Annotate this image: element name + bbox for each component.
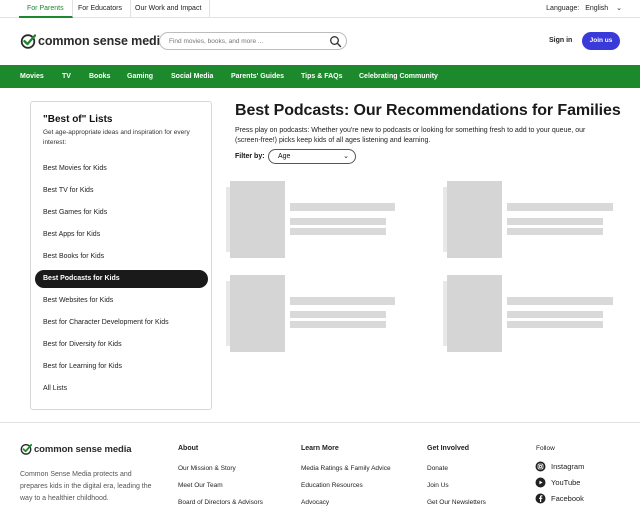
social-label: Instagram <box>551 462 585 471</box>
skeleton-line <box>290 297 395 305</box>
search-icon[interactable] <box>329 35 342 48</box>
footer-logo-text: common sense media <box>34 443 132 455</box>
language-label: Language: <box>546 5 580 12</box>
instagram-icon <box>535 461 546 472</box>
footer-logo[interactable]: common sense media <box>20 443 132 455</box>
skeleton-thumbnail <box>226 181 285 258</box>
social-link-instagram[interactable]: Instagram <box>535 461 584 472</box>
site-header: common sense media Sign in Join us <box>0 18 640 65</box>
footer-link[interactable]: Get Our Newsletters <box>427 499 486 506</box>
footer-link[interactable]: Meet Our Team <box>178 482 223 489</box>
sidebar-item-apps[interactable]: Best Apps for Kids <box>35 226 208 244</box>
footer-heading-get-involved: Get Involved <box>427 445 470 452</box>
social-label: Facebook <box>551 494 584 503</box>
language-selector[interactable]: Language: English ⌄ <box>546 0 622 18</box>
skeleton-line <box>290 321 386 328</box>
skeleton-line <box>507 311 603 318</box>
social-label: YouTube <box>551 478 581 487</box>
utility-bar: For Parents For Educators Our Work and I… <box>0 0 640 18</box>
search-input[interactable] <box>169 35 329 48</box>
skeleton-line <box>290 228 386 235</box>
chevron-down-icon: ⌄ <box>616 5 622 12</box>
checkmark-logo-icon <box>20 443 32 455</box>
best-of-lists-sidebar: "Best of" Lists Get age-appropriate idea… <box>30 101 212 410</box>
sidebar-item-games[interactable]: Best Games for Kids <box>35 204 208 222</box>
skeleton-line <box>507 203 613 211</box>
nav-books[interactable]: Books <box>89 65 110 88</box>
sidebar-item-books[interactable]: Best Books for Kids <box>35 248 208 266</box>
footer-follow-label: Follow <box>536 445 555 452</box>
footer-link[interactable]: Advocacy <box>301 499 329 506</box>
footer-link[interactable]: Board of Directors & Advisors <box>178 499 263 506</box>
sidebar-description: Get age-appropriate ideas and inspiratio… <box>43 129 190 146</box>
sidebar-item-movies[interactable]: Best Movies for Kids <box>35 160 208 178</box>
skeleton-line <box>290 218 386 225</box>
skeleton-thumbnail <box>443 181 502 258</box>
tab-for-parents[interactable]: For Parents <box>19 0 73 18</box>
site-logo[interactable]: common sense media <box>20 32 167 50</box>
sidebar-item-character-development[interactable]: Best for Character Development for Kids <box>35 314 208 332</box>
youtube-icon <box>535 477 546 488</box>
skeleton-line <box>290 203 395 211</box>
language-value: English <box>585 5 609 12</box>
chevron-down-icon: ⌄ <box>343 153 349 160</box>
tab-for-educators[interactable]: For Educators <box>70 0 131 18</box>
tab-our-work-and-impact[interactable]: Our Work and Impact <box>127 0 211 18</box>
footer-link[interactable]: Our Mission & Story <box>178 465 236 472</box>
footer-heading-learn-more: Learn More <box>301 445 339 452</box>
page-intro: Press play on podcasts: Whether you're n… <box>235 127 586 144</box>
skeleton-line <box>507 297 613 305</box>
checkmark-logo-icon <box>20 34 36 49</box>
skeleton-line <box>290 311 386 318</box>
sidebar-item-tv[interactable]: Best TV for Kids <box>35 182 208 200</box>
age-filter-select[interactable]: Age ⌄ <box>268 149 356 164</box>
filter-value: Age <box>278 153 291 160</box>
footer-link[interactable]: Education Resources <box>301 482 363 489</box>
nav-gaming[interactable]: Gaming <box>127 65 153 88</box>
search-box[interactable] <box>159 32 347 50</box>
site-footer: common sense media Common Sense Media pr… <box>0 422 640 512</box>
nav-tips-faqs[interactable]: Tips & FAQs <box>301 65 343 88</box>
nav-social-media[interactable]: Social Media <box>171 65 213 88</box>
social-link-facebook[interactable]: Facebook <box>535 493 584 504</box>
nav-celebrating-community[interactable]: Celebrating Community <box>359 65 438 88</box>
sidebar-item-all-lists[interactable]: All Lists <box>35 380 208 398</box>
footer-description: Common Sense Media protects and prepares… <box>20 471 152 502</box>
sidebar-title: "Best of" Lists <box>43 114 113 125</box>
footer-link[interactable]: Join Us <box>427 482 449 489</box>
footer-link[interactable]: Donate <box>427 465 448 472</box>
page-title: Best Podcasts: Our Recommendations for F… <box>235 102 621 119</box>
skeleton-thumbnail <box>226 275 285 352</box>
facebook-icon <box>535 493 546 504</box>
footer-heading-about: About <box>178 445 199 452</box>
footer-link[interactable]: Media Ratings & Family Advice <box>301 465 391 472</box>
sidebar-item-websites[interactable]: Best Websites for Kids <box>35 292 208 310</box>
sidebar-item-diversity[interactable]: Best for Diversity for Kids <box>35 336 208 354</box>
filter-label: Filter by: <box>235 153 265 160</box>
skeleton-line <box>507 218 603 225</box>
nav-tv[interactable]: TV <box>62 65 71 88</box>
skeleton-line <box>507 321 603 328</box>
sign-in-link[interactable]: Sign in <box>549 37 572 44</box>
skeleton-thumbnail <box>443 275 502 352</box>
skeleton-line <box>507 228 603 235</box>
logo-text: common sense media <box>38 34 167 48</box>
main-nav: Movies TV Books Gaming Social Media Pare… <box>0 65 640 88</box>
sidebar-item-podcasts[interactable]: Best Podcasts for Kids <box>35 270 208 288</box>
nav-parents-guides[interactable]: Parents' Guides <box>231 65 284 88</box>
nav-movies[interactable]: Movies <box>20 65 44 88</box>
join-us-button[interactable]: Join us <box>582 32 620 50</box>
social-link-youtube[interactable]: YouTube <box>535 477 580 488</box>
sidebar-item-learning[interactable]: Best for Learning for Kids <box>35 358 208 376</box>
